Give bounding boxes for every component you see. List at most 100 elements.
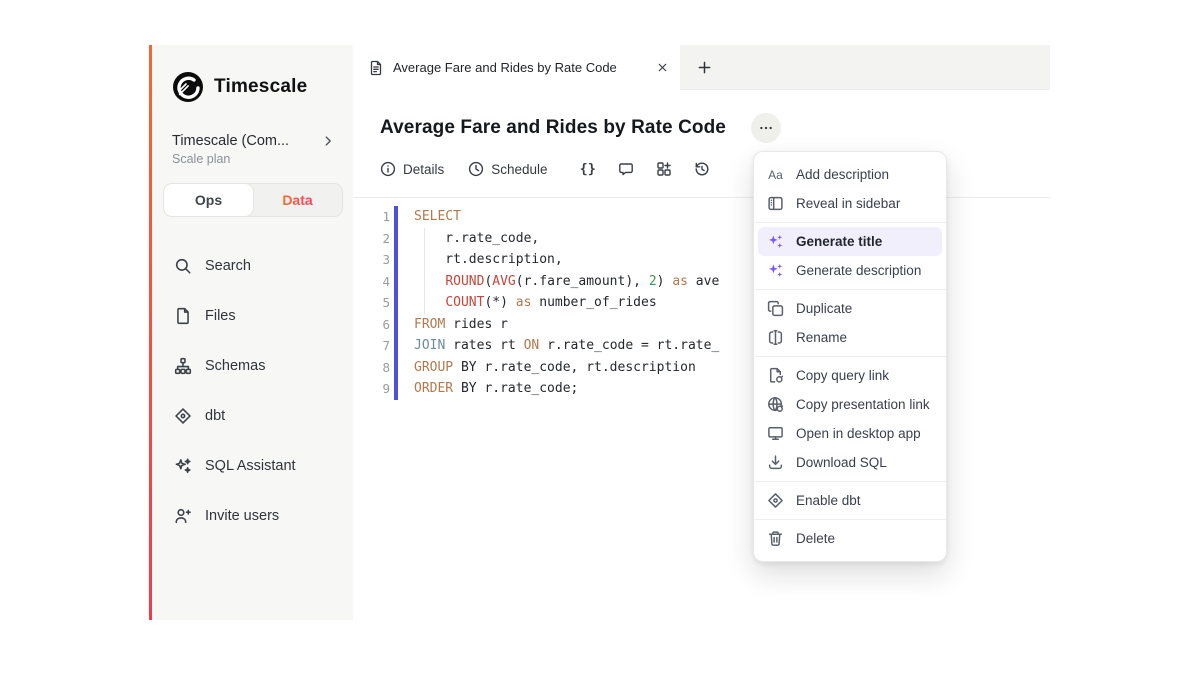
menu-item-label: Copy query link — [796, 368, 889, 383]
braces-icon: {} — [580, 161, 596, 177]
menu-group: Copy query link Copy presentation link Ope… — [754, 356, 946, 481]
sidebar-item-dbt[interactable]: dbt — [152, 391, 353, 441]
sparkles-icon — [767, 233, 784, 250]
code-text: SELECT — [398, 206, 461, 228]
menu-item-delete[interactable]: Delete — [754, 524, 946, 553]
menu-item-generate-description[interactable]: Generate description — [754, 256, 946, 285]
project-selector[interactable]: Timescale (Com... — [172, 133, 335, 149]
code-text: COUNT(*) as number_of_rides — [398, 292, 657, 314]
toolbar-details-button[interactable]: Details — [380, 161, 444, 177]
duplicate-icon — [767, 300, 784, 317]
invite-users-icon — [174, 507, 192, 525]
menu-item-label: Add description — [796, 167, 889, 182]
menu-item-label: Download SQL — [796, 455, 887, 470]
sparkles-icon — [767, 262, 784, 279]
line-number: 6 — [353, 314, 394, 336]
sidebar-item-label: dbt — [205, 408, 225, 424]
file-icon — [174, 307, 192, 325]
menu-item-download-sql[interactable]: Download SQL — [754, 448, 946, 477]
toolbar-comment-button[interactable] — [618, 161, 634, 177]
new-tab-button[interactable] — [684, 45, 724, 89]
toggle-ops[interactable]: Ops — [164, 184, 253, 216]
toggle-data[interactable]: Data — [253, 184, 342, 216]
menu-item-reveal-in-sidebar[interactable]: Reveal in sidebar — [754, 189, 946, 218]
reveal-sidebar-icon — [767, 195, 784, 212]
code-text: rt.description, — [398, 249, 563, 271]
clock-icon — [468, 161, 484, 177]
history-icon — [694, 161, 710, 177]
download-icon — [767, 454, 784, 471]
menu-group: Delete — [754, 519, 946, 557]
project-name: Timescale (Com... — [172, 133, 289, 149]
menu-item-rename[interactable]: Rename — [754, 323, 946, 352]
info-icon — [380, 161, 396, 177]
brand-name: Timescale — [214, 76, 307, 98]
code-text: r.rate_code, — [398, 228, 539, 250]
dbt-icon — [174, 407, 192, 425]
toolbar-item-label: Details — [403, 162, 444, 177]
sidebar-item-label: Files — [205, 308, 236, 324]
line-number: 5 — [353, 292, 394, 314]
menu-group: Generate title Generate description — [754, 222, 946, 289]
dbt-icon — [767, 492, 784, 509]
toolbar-history-button[interactable] — [694, 161, 710, 177]
code-text: GROUP BY r.rate_code, rt.description — [398, 357, 696, 379]
sidebar-item-sql-assistant[interactable]: SQL Assistant — [152, 441, 353, 491]
menu-item-duplicate[interactable]: Duplicate — [754, 294, 946, 323]
search-icon — [174, 257, 192, 275]
sparkles-icon — [174, 457, 192, 475]
copy-link-icon — [767, 367, 784, 384]
sidebar-item-invite-users[interactable]: Invite users — [152, 491, 353, 541]
toolbar-blocks-button[interactable] — [656, 161, 672, 177]
menu-item-label: Copy presentation link — [796, 397, 930, 412]
menu-item-label: Enable dbt — [796, 493, 861, 508]
line-number: 7 — [353, 335, 394, 357]
menu-item-label: Reveal in sidebar — [796, 196, 900, 211]
menu-item-label: Generate title — [796, 234, 882, 249]
menu-item-label: Delete — [796, 531, 835, 546]
sidebar-item-label: Search — [205, 258, 251, 274]
sidebar-item-label: SQL Assistant — [205, 458, 296, 474]
line-number: 9 — [353, 378, 394, 400]
menu-item-copy-query-link[interactable]: Copy query link — [754, 361, 946, 390]
toolbar: Details Schedule {} — [380, 161, 1050, 177]
line-number: 2 — [353, 228, 394, 250]
chevron-right-icon — [321, 134, 335, 148]
menu-item-label: Duplicate — [796, 301, 852, 316]
comment-icon — [618, 161, 634, 177]
brand-logo-row: Timescale — [152, 45, 353, 103]
sidebar-item-schemas[interactable]: Schemas — [152, 341, 353, 391]
plan-label: Scale plan — [172, 152, 353, 166]
menu-item-copy-presentation-link[interactable]: Copy presentation link — [754, 390, 946, 419]
code-text: JOIN rates rt ON r.rate_code = rt.rate_ — [398, 335, 719, 357]
desktop-icon — [767, 425, 784, 442]
menu-item-open-in-desktop-app[interactable]: Open in desktop app — [754, 419, 946, 448]
tab-label: Average Fare and Rides by Rate Code — [393, 60, 645, 75]
line-number: 8 — [353, 357, 394, 379]
toolbar-schedule-button[interactable]: Schedule — [468, 161, 547, 177]
trash-icon — [767, 530, 784, 547]
indent-guide — [424, 228, 425, 314]
presentation-link-icon — [767, 396, 784, 413]
code-text: FROM rides r — [398, 314, 508, 336]
menu-item-generate-title[interactable]: Generate title — [758, 227, 942, 256]
sidebar-item-label: Schemas — [205, 358, 265, 374]
schema-icon — [174, 357, 192, 375]
sidebar: Timescale Timescale (Com... Scale plan O… — [152, 45, 353, 620]
more-options-button[interactable] — [751, 113, 781, 143]
code-text: ROUND(AVG(r.fare_amount), 2) as ave — [398, 271, 719, 293]
menu-item-label: Generate description — [796, 263, 921, 278]
toolbar-braces-button[interactable]: {} — [580, 161, 596, 177]
tab-active[interactable]: Average Fare and Rides by Rate Code — [353, 45, 680, 90]
line-number: 1 — [353, 206, 394, 228]
document-icon — [368, 60, 384, 76]
tab-close-icon[interactable] — [654, 60, 670, 76]
sidebar-nav: Search Files Schemas dbt SQL Assistant Invite… — [152, 241, 353, 541]
sidebar-item-search[interactable]: Search — [152, 241, 353, 291]
menu-item-add-description[interactable]: AaAdd description — [754, 160, 946, 189]
menu-item-enable-dbt[interactable]: Enable dbt — [754, 486, 946, 515]
toolbar-item-label: Schedule — [491, 162, 547, 177]
rename-icon — [767, 329, 784, 346]
menu-item-label: Open in desktop app — [796, 426, 921, 441]
sidebar-item-files[interactable]: Files — [152, 291, 353, 341]
